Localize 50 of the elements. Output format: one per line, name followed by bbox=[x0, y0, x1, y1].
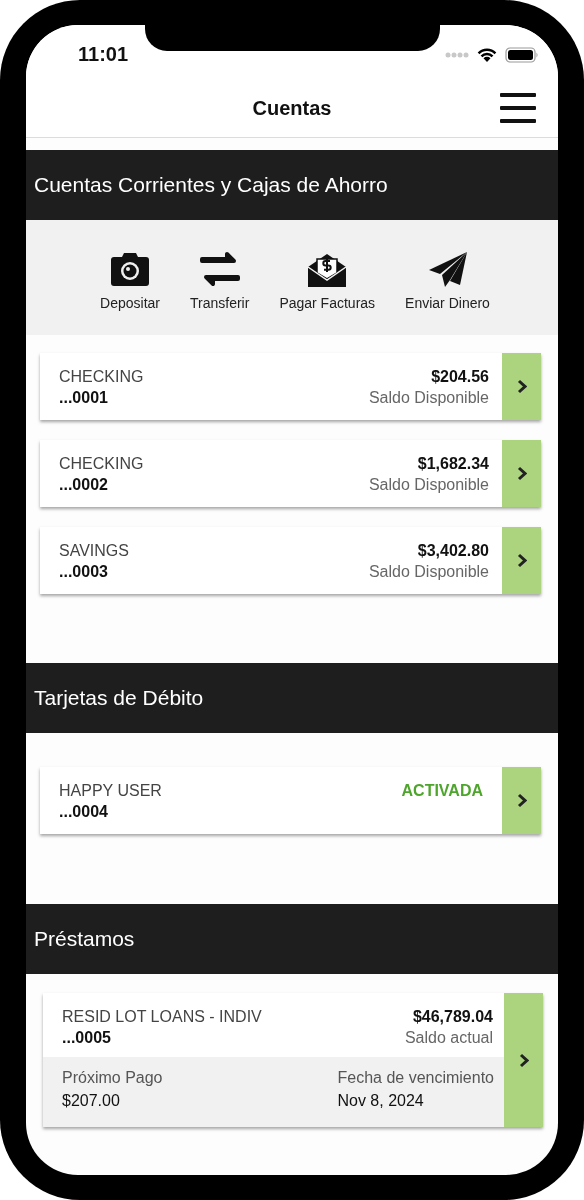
section-title: Tarjetas de Débito bbox=[34, 686, 204, 710]
chevron-icon bbox=[516, 379, 527, 394]
menu-icon bbox=[500, 92, 536, 124]
account-number: ...0005 bbox=[62, 1028, 112, 1048]
open-button[interactable] bbox=[502, 527, 541, 594]
open-button[interactable] bbox=[502, 767, 541, 834]
chevron-icon bbox=[516, 553, 527, 568]
quick-action-button[interactable]: Pagar Facturas bbox=[279, 250, 376, 311]
detail-value: $207.00 bbox=[62, 1091, 121, 1111]
detail-value: Nov 8, 2024 bbox=[337, 1091, 425, 1111]
detail-label: Fecha de vencimiento bbox=[337, 1068, 494, 1088]
account-type: CHECKING bbox=[59, 454, 144, 474]
detail-label: Próximo Pago bbox=[62, 1068, 163, 1088]
chevron-icon bbox=[516, 466, 527, 481]
quick-action-button[interactable]: Depositar bbox=[100, 250, 160, 311]
balance-label: Saldo Disponible bbox=[368, 388, 489, 408]
menu-button[interactable] bbox=[500, 92, 536, 124]
balance-label: Saldo Disponible bbox=[368, 562, 489, 582]
loan-type: RESID LOT LOANS - INDIV bbox=[62, 1007, 262, 1027]
open-button[interactable] bbox=[504, 993, 543, 1127]
status-time: 11:01 bbox=[78, 43, 129, 66]
transfer-arrows-icon bbox=[199, 250, 240, 288]
section-title: Cuentas Corrientes y Cajas de Ahorro bbox=[34, 173, 388, 197]
page-title: Cuentas bbox=[252, 97, 332, 120]
balance-label: Saldo actual bbox=[404, 1028, 493, 1048]
balance-label: Saldo Disponible bbox=[368, 475, 489, 495]
open-button[interactable] bbox=[502, 353, 541, 420]
camera-icon bbox=[110, 250, 150, 288]
paper-plane-icon bbox=[427, 250, 468, 288]
chevron-icon bbox=[516, 793, 527, 808]
balance-amount: $204.56 bbox=[431, 367, 489, 387]
balance-amount: $3,402.80 bbox=[417, 541, 489, 561]
signal-icon bbox=[445, 51, 469, 58]
account-number: ...0004 bbox=[59, 802, 109, 822]
balance-amount: $46,789.04 bbox=[412, 1007, 493, 1027]
account-number: ...0001 bbox=[59, 388, 109, 408]
account-type: HAPPY USER bbox=[59, 781, 162, 801]
account-number: ...0003 bbox=[59, 562, 109, 582]
balance-amount: $1,682.34 bbox=[417, 454, 489, 474]
account-type: SAVINGS bbox=[59, 541, 129, 561]
quick-action-button[interactable]: Enviar Dinero bbox=[405, 250, 490, 311]
wifi-icon bbox=[477, 47, 497, 62]
account-type: CHECKING bbox=[59, 367, 144, 387]
section-title: Préstamos bbox=[34, 927, 135, 951]
battery-icon bbox=[505, 46, 539, 63]
open-button[interactable] bbox=[502, 440, 541, 507]
quick-action-button[interactable]: Transferir bbox=[190, 250, 250, 311]
account-number: ...0002 bbox=[59, 475, 109, 495]
chevron-icon bbox=[518, 1052, 529, 1068]
card-status: ACTIVADA bbox=[401, 781, 483, 801]
